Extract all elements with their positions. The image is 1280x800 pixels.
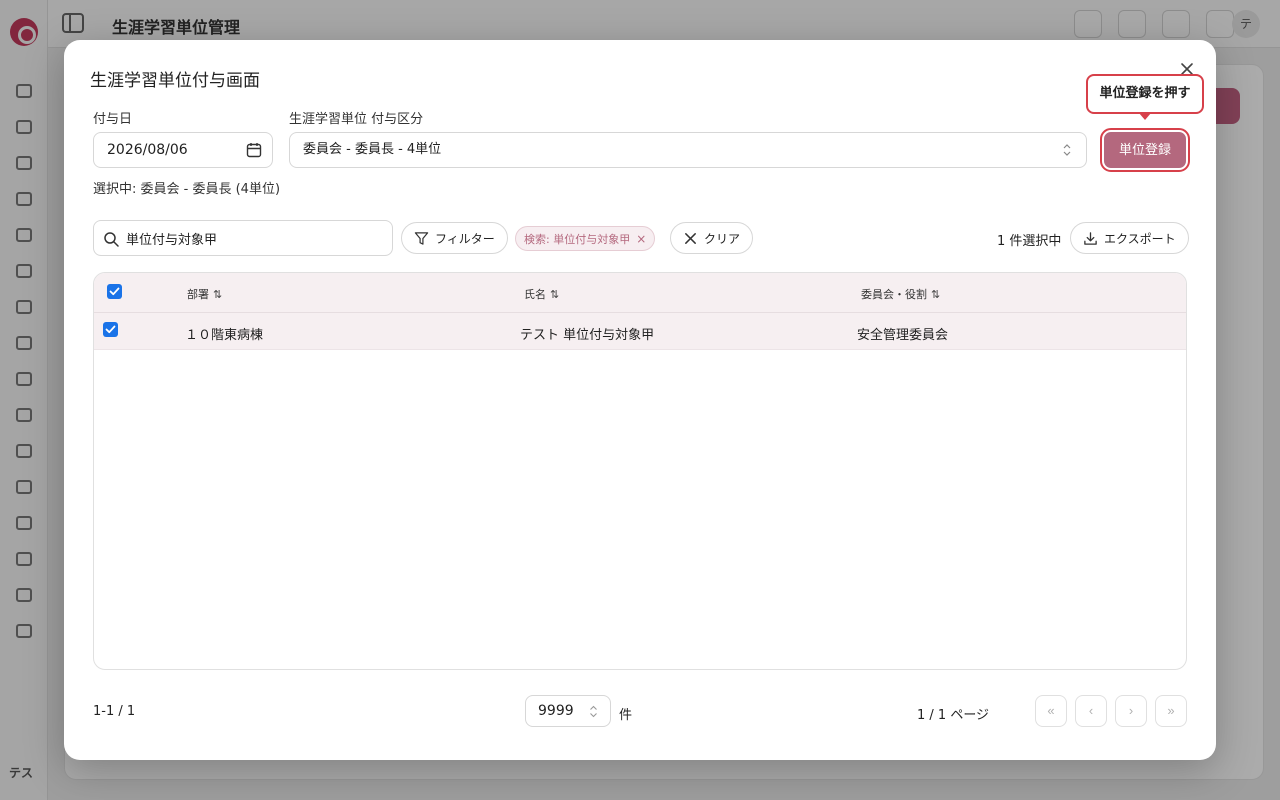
chip-remove-icon[interactable]: ×	[636, 232, 646, 246]
column-header-label: 部署	[187, 288, 209, 301]
sort-icon: ⇅	[213, 287, 222, 301]
chevron-left-icon: ‹	[1088, 703, 1094, 718]
chevrons-right-icon: »	[1167, 703, 1175, 718]
filter-label: フィルター	[435, 231, 495, 246]
selected-category-note: 選択中: 委員会 - 委員長 (4単位)	[93, 182, 281, 197]
recipient-table: 部署 ⇅ 氏名 ⇅ 委員会・役割 ⇅ １０階東病棟 テスト 単位付与対象甲 安全…	[93, 272, 1187, 670]
column-header-label: 委員会・役割	[861, 288, 927, 301]
last-page-button[interactable]: »	[1155, 695, 1187, 727]
page-info: 1 / 1 ページ	[917, 708, 990, 723]
select-all-checkbox[interactable]	[107, 284, 122, 299]
column-header-name[interactable]: 氏名 ⇅	[524, 286, 559, 302]
sort-icon: ⇅	[550, 287, 559, 301]
download-icon	[1084, 231, 1097, 245]
register-credit-button[interactable]: 単位登録	[1100, 128, 1190, 172]
credit-grant-dialog: 生涯学習単位付与画面 単位登録を押す 付与日 2026/08/06 生涯学習単位…	[64, 40, 1216, 760]
filter-button[interactable]: フィルター	[401, 222, 508, 254]
first-page-button[interactable]: «	[1035, 695, 1067, 727]
grant-date-value: 2026/08/06	[107, 142, 188, 158]
search-filter-chip: 検索: 単位付与対象甲 ×	[515, 226, 656, 251]
export-button[interactable]: エクスポート	[1070, 222, 1189, 254]
page-size-value: 9999	[538, 703, 574, 719]
cell-department: １０階東病棟	[185, 328, 264, 343]
calendar-icon[interactable]	[246, 142, 262, 158]
table-header: 部署 ⇅ 氏名 ⇅ 委員会・役割 ⇅	[94, 273, 1186, 313]
sort-icon: ⇅	[931, 287, 940, 301]
column-header-department[interactable]: 部署 ⇅	[187, 286, 222, 302]
column-header-committee[interactable]: 委員会・役割 ⇅	[861, 286, 940, 302]
chevron-right-icon: ›	[1128, 703, 1134, 718]
table-row[interactable]: １０階東病棟 テスト 単位付与対象甲 安全管理委員会	[94, 313, 1186, 350]
selection-count: 1 件選択中	[997, 234, 1062, 249]
dialog-title: 生涯学習単位付与画面	[90, 71, 260, 91]
export-label: エクスポート	[1104, 231, 1176, 246]
clear-icon	[685, 232, 696, 244]
check-icon	[109, 287, 120, 296]
filter-icon	[414, 231, 429, 245]
cell-name: テスト 単位付与対象甲	[520, 328, 655, 343]
row-checkbox[interactable]	[103, 322, 118, 337]
search-input[interactable]	[126, 221, 386, 255]
search-box[interactable]	[93, 220, 393, 256]
instruction-callout: 単位登録を押す	[1086, 74, 1204, 114]
page-size-unit: 件	[619, 708, 633, 723]
prev-page-button[interactable]: ‹	[1075, 695, 1107, 727]
clear-button[interactable]: クリア	[670, 222, 754, 254]
grant-category-select[interactable]: 委員会 - 委員長 - 4単位	[289, 132, 1087, 168]
chevron-updown-icon	[1063, 144, 1071, 156]
pagination-range: 1-1 / 1	[93, 704, 136, 719]
clear-label: クリア	[704, 231, 741, 246]
column-header-label: 氏名	[524, 288, 546, 301]
check-icon	[105, 325, 116, 334]
next-page-button[interactable]: ›	[1115, 695, 1147, 727]
chevron-updown-icon	[590, 705, 597, 718]
page-size-select[interactable]: 9999	[525, 695, 611, 727]
date-label: 付与日	[93, 112, 133, 127]
grant-date-field[interactable]: 2026/08/06	[93, 132, 273, 168]
callout-pointer	[1139, 113, 1151, 120]
category-label: 生涯学習単位 付与区分	[289, 112, 424, 127]
chip-label: 検索: 単位付与対象甲	[524, 232, 631, 246]
grant-category-value: 委員会 - 委員長 - 4単位	[303, 142, 442, 157]
cell-committee: 安全管理委員会	[857, 328, 949, 343]
search-icon	[104, 232, 119, 247]
chevrons-left-icon: «	[1047, 703, 1055, 718]
